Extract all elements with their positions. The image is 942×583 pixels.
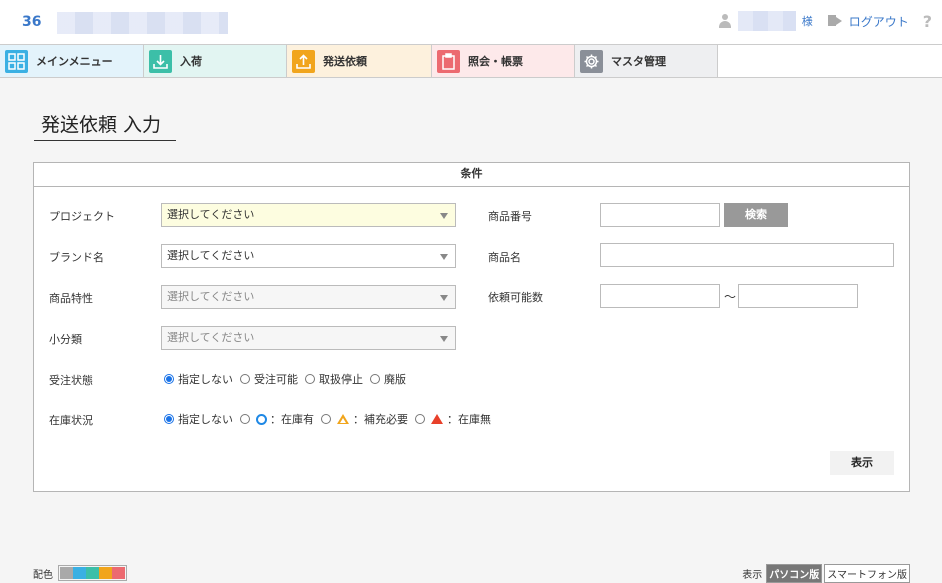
out-of-stock-triangle-icon <box>431 414 443 424</box>
radio-icon[interactable] <box>415 414 425 424</box>
nav-arrival-label: 入荷 <box>180 55 202 68</box>
user-name-redacted <box>737 11 796 31</box>
available-qty-to-input[interactable] <box>738 284 858 308</box>
help-icon[interactable]: ? <box>923 12 932 31</box>
download-icon <box>149 49 172 73</box>
display-mode-label: 表示 <box>742 570 763 581</box>
stock-status-option-label: ：在庫有 <box>270 413 314 426</box>
characteristic-select-value: 選択してください <box>167 290 255 303</box>
project-select[interactable]: 選択してください <box>161 203 456 227</box>
available-qty-label: 依頼可能数 <box>488 291 543 304</box>
order-status-option[interactable]: 指定しない <box>164 371 233 387</box>
range-separator: ～ <box>724 290 737 304</box>
stock-status-option-label: 指定しない <box>178 413 233 426</box>
upload-icon <box>292 49 315 73</box>
main-nav: メインメニュー 入荷 発送依頼 照会・帳票 マスタ管理 <box>0 44 942 78</box>
color-swatch-blue[interactable] <box>73 567 86 579</box>
radio-checked-icon[interactable] <box>164 374 174 384</box>
restock-triangle-icon <box>337 414 349 424</box>
order-status-option[interactable]: 取扱停止 <box>305 371 363 387</box>
radio-checked-icon[interactable] <box>164 414 174 424</box>
subcategory-label: 小分類 <box>49 333 82 346</box>
nav-inquiry-reports-label: 照会・帳票 <box>468 55 523 68</box>
stock-status-option[interactable]: 指定しない <box>164 411 233 427</box>
user-area: 様 ログアウト ? <box>718 11 932 31</box>
nav-master-management-label: マスタ管理 <box>611 55 666 68</box>
pc-mode-button[interactable]: パソコン版 <box>766 564 823 583</box>
color-swatches <box>58 565 127 581</box>
chevron-down-icon <box>440 295 448 301</box>
order-status-option-label: 指定しない <box>178 373 233 386</box>
order-status-radio-group: 指定しない 受注可能 取扱停止 廃版 <box>164 371 413 387</box>
nav-main-menu[interactable]: メインメニュー <box>0 45 144 77</box>
order-status-option-label: 取扱停止 <box>319 373 363 386</box>
stock-status-option[interactable]: ：在庫無 <box>415 411 491 427</box>
color-swatch-red[interactable] <box>112 567 125 579</box>
color-swatch-teal[interactable] <box>86 567 99 579</box>
product-number-input[interactable] <box>600 203 720 227</box>
search-button[interactable]: 検索 <box>724 203 788 227</box>
in-stock-circle-icon <box>256 413 267 425</box>
nav-arrival[interactable]: 入荷 <box>144 45 287 77</box>
radio-icon[interactable] <box>305 374 315 384</box>
radio-icon[interactable] <box>321 414 331 424</box>
project-label: プロジェクト <box>49 210 115 223</box>
subcategory-select-value: 選択してください <box>167 331 255 344</box>
order-status-option[interactable]: 受注可能 <box>240 371 298 387</box>
color-scheme-label: 配色 <box>33 569 53 581</box>
characteristic-label: 商品特性 <box>49 292 93 305</box>
nav-inquiry-reports[interactable]: 照会・帳票 <box>432 45 575 77</box>
color-swatch-gray[interactable] <box>60 567 73 579</box>
nav-shipping-request[interactable]: 発送依頼 <box>287 45 432 77</box>
color-scheme-picker: 配色 <box>33 565 127 581</box>
brand-label: ブランド名 <box>49 251 104 264</box>
header-bar: 36 様 ログアウト ? <box>0 0 942 44</box>
gear-icon <box>580 49 603 73</box>
chevron-down-icon <box>440 254 448 260</box>
user-icon <box>718 14 732 28</box>
radio-icon[interactable] <box>370 374 380 384</box>
subcategory-select[interactable]: 選択してください <box>161 326 456 350</box>
conditions-heading: 条件 <box>34 163 909 187</box>
clipboard-icon <box>437 49 460 73</box>
logout-icon[interactable] <box>827 14 843 28</box>
order-status-label: 受注状態 <box>49 374 93 387</box>
stock-status-option[interactable]: ：補充必要 <box>321 411 408 427</box>
order-status-option-label: 受注可能 <box>254 373 298 386</box>
radio-icon[interactable] <box>240 374 250 384</box>
grid-icon <box>5 49 28 73</box>
radio-icon[interactable] <box>240 414 250 424</box>
company-name-redacted <box>57 12 228 34</box>
color-swatch-orange[interactable] <box>99 567 112 579</box>
stock-status-option-label: ：補充必要 <box>353 413 408 426</box>
nav-master-management[interactable]: マスタ管理 <box>575 45 718 77</box>
stock-status-label: 在庫状況 <box>49 414 93 427</box>
company-code: 36 <box>22 14 42 30</box>
display-mode-switch: 表示 パソコン版 スマートフォン版 <box>742 564 910 583</box>
characteristic-select[interactable]: 選択してください <box>161 285 456 309</box>
smartphone-mode-button[interactable]: スマートフォン版 <box>824 564 910 583</box>
order-status-option[interactable]: 廃版 <box>370 371 406 387</box>
nav-shipping-request-label: 発送依頼 <box>323 55 367 68</box>
brand-select[interactable]: 選択してください <box>161 244 456 268</box>
nav-main-menu-label: メインメニュー <box>36 55 113 68</box>
honorific: 様 <box>801 15 813 28</box>
project-select-value: 選択してください <box>167 208 255 221</box>
stock-status-radio-group: 指定しない ：在庫有 ：補充必要 ：在庫無 <box>164 411 498 427</box>
order-status-option-label: 廃版 <box>384 373 406 386</box>
product-number-label: 商品番号 <box>488 210 532 223</box>
stock-status-option-label: ：在庫無 <box>447 413 491 426</box>
chevron-down-icon <box>440 336 448 342</box>
show-button[interactable]: 表示 <box>830 451 894 475</box>
conditions-panel: 条件 プロジェクト 選択してください ブランド名 選択してください 商品特性 選… <box>33 162 910 492</box>
logout-link[interactable]: ログアウト <box>849 13 909 30</box>
product-name-input[interactable] <box>600 243 894 267</box>
stock-status-option[interactable]: ：在庫有 <box>240 411 314 427</box>
page-title: 発送依頼 入力 <box>34 110 176 141</box>
brand-select-value: 選択してください <box>167 249 255 262</box>
available-qty-from-input[interactable] <box>600 284 720 308</box>
chevron-down-icon <box>440 213 448 219</box>
product-name-label: 商品名 <box>488 251 521 264</box>
